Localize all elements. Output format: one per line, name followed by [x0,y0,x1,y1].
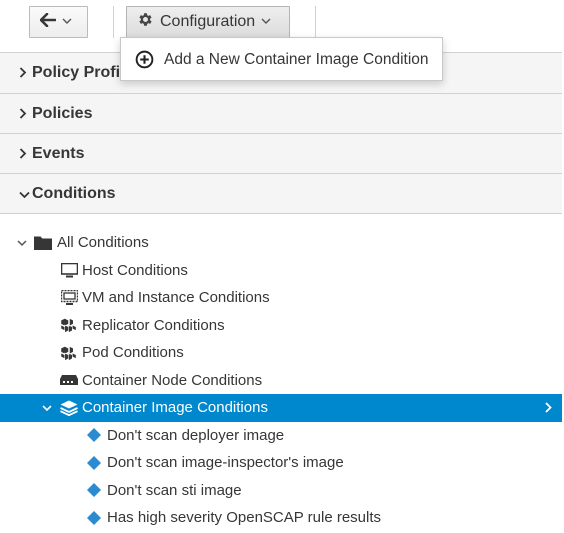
configuration-button[interactable]: Configuration [126,6,290,38]
tree-node-container-image-conditions[interactable]: Container Image Conditions [0,394,562,422]
gear-icon [137,11,154,33]
chevron-down-icon[interactable] [16,236,28,250]
chevron-right-icon [19,146,32,162]
plus-circle-icon [135,50,154,74]
diamond-icon [85,509,103,527]
menu-item-label: Add a New Container Image Condition [164,51,429,68]
cubes-icon [60,344,78,362]
tree-node-host-conditions[interactable]: Host Conditions [0,257,562,285]
chevron-down-icon[interactable] [41,401,53,415]
tree-node-label: Container Node Conditions [82,371,263,389]
tree-node-label: Don't scan image-inspector's image [107,454,344,472]
tree-node-condition[interactable]: Don't scan image-inspector's image [0,449,562,477]
cubes-icon [60,316,78,334]
tree-node-label: Don't scan deployer image [107,426,285,444]
accordion: Policy Profiles Policies Events Conditio… [0,52,562,532]
monitor-icon [60,261,78,279]
toolbar-divider [315,6,316,38]
vm-monitor-icon [60,289,78,307]
accordion-header-label: Conditions [32,184,116,202]
tree-node-label: Replicator Conditions [82,316,225,334]
chevron-right-icon [19,106,32,122]
diamond-icon [85,454,103,472]
chevron-right-icon [19,65,32,81]
tree-node-label: VM and Instance Conditions [82,289,270,307]
tree-node-label: Don't scan sti image [107,481,242,499]
tree-node-condition[interactable]: Don't scan deployer image [0,422,562,450]
tree-node-vm-instance-conditions[interactable]: VM and Instance Conditions [0,284,562,312]
tree-node-all-conditions[interactable]: All Conditions [0,229,562,257]
tree-node-label: Container Image Conditions [82,399,268,417]
accordion-header-label: Events [32,144,85,162]
tree-node-label: Host Conditions [82,261,188,279]
chevron-down-icon [62,16,72,28]
tree-node-condition[interactable]: Has high severity OpenSCAP rule results [0,504,562,532]
accordion-header-label: Policies [32,104,93,122]
chevron-down-icon [261,16,271,28]
configuration-label: Configuration [160,13,256,30]
server-icon [60,371,78,389]
accordion-header-events[interactable]: Events [0,133,562,173]
diamond-icon [85,426,103,444]
accordion-header-conditions[interactable]: Conditions [0,173,562,213]
tree-node-label: Has high severity OpenSCAP rule results [107,509,382,527]
tree-node-replicator-conditions[interactable]: Replicator Conditions [0,312,562,340]
chevron-down-icon [19,186,32,202]
arrow-left-icon [39,12,57,32]
add-container-image-condition-item[interactable]: Add a New Container Image Condition [121,38,442,80]
configuration-dropdown-menu: Add a New Container Image Condition [120,37,443,81]
chevron-right-icon [545,400,552,416]
tree-node-label: All Conditions [57,234,149,252]
conditions-tree: All Conditions Host Conditions VM and In… [0,213,562,532]
back-button[interactable] [29,6,88,38]
tree-node-pod-conditions[interactable]: Pod Conditions [0,339,562,367]
toolbar-divider [113,6,114,38]
tree-node-label: Pod Conditions [82,344,184,362]
tree-node-container-node-conditions[interactable]: Container Node Conditions [0,367,562,395]
tree-node-condition[interactable]: Don't scan sti image [0,477,562,505]
diamond-icon [85,481,103,499]
accordion-header-policies[interactable]: Policies [0,93,562,133]
layers-icon [60,399,78,417]
folder-icon [34,234,52,252]
